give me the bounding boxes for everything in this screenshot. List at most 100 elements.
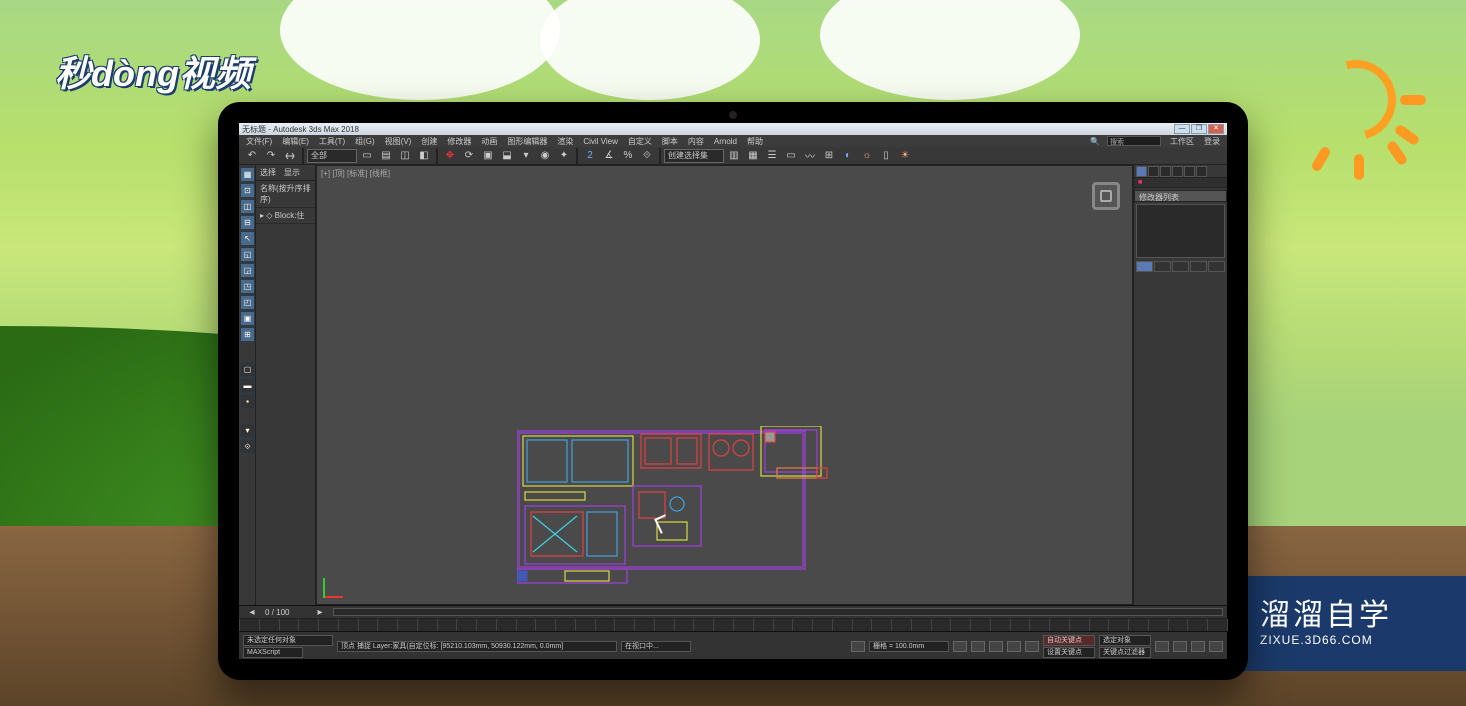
place-button[interactable]: ⬓ xyxy=(498,148,516,164)
snap-button[interactable]: 2 xyxy=(581,148,599,164)
play-start-button[interactable] xyxy=(953,641,967,652)
window-min-button[interactable]: — xyxy=(1174,124,1190,134)
tab-hierarchy[interactable] xyxy=(1160,166,1171,177)
stack-btn-5[interactable] xyxy=(1208,261,1225,272)
menu-script[interactable]: 脚本 xyxy=(659,136,681,147)
select-button[interactable]: ▭ xyxy=(358,148,376,164)
manip-button[interactable]: ✦ xyxy=(555,148,573,164)
filter-dropdown[interactable]: 选定对象 xyxy=(1099,635,1151,646)
pivot-button[interactable]: ◉ xyxy=(536,148,554,164)
autokey-button[interactable]: 自动关键点 xyxy=(1043,635,1095,646)
ltool-15[interactable]: ▾ xyxy=(240,423,255,438)
menu-group[interactable]: 组(G) xyxy=(352,136,378,147)
maxscript-button[interactable]: MAXScript xyxy=(243,647,303,658)
viewport[interactable]: [+] [顶] [标准] [线框] xyxy=(316,165,1133,605)
ltool-13[interactable]: ▬ xyxy=(240,378,255,393)
rotate-button[interactable]: ⟳ xyxy=(460,148,478,164)
menu-help[interactable]: 帮助 xyxy=(744,136,766,147)
menu-custom[interactable]: 自定义 xyxy=(625,136,655,147)
select-name-button[interactable]: ▤ xyxy=(377,148,395,164)
menu-views[interactable]: 视图(V) xyxy=(382,136,415,147)
tab-display[interactable]: 显示 xyxy=(284,167,300,178)
nav-pan-button[interactable] xyxy=(1155,641,1169,652)
redo-button[interactable]: ↷ xyxy=(262,148,280,164)
move-button[interactable]: ✥ xyxy=(441,148,459,164)
tab-motion[interactable] xyxy=(1172,166,1183,177)
link-button[interactable] xyxy=(281,148,299,164)
play-button[interactable] xyxy=(989,641,1003,652)
menu-create[interactable]: 创建 xyxy=(418,136,440,147)
select-region-button[interactable]: ◫ xyxy=(396,148,414,164)
scene-header[interactable]: 名称(按升序排序) xyxy=(256,181,315,208)
ltool-4[interactable]: ⊟ xyxy=(240,215,255,230)
tab-select[interactable]: 选择 xyxy=(260,167,276,178)
setkey-button[interactable]: 设置关键点 xyxy=(1043,647,1095,658)
layers-button[interactable]: ☰ xyxy=(763,148,781,164)
keyfilter-button[interactable]: 关键点过滤器 xyxy=(1099,647,1151,658)
ltool-14[interactable]: ▪ xyxy=(240,394,255,409)
scale-button[interactable]: ▣ xyxy=(479,148,497,164)
menu-animation[interactable]: 动画 xyxy=(478,136,500,147)
percent-snap-button[interactable]: % xyxy=(619,148,637,164)
render-button[interactable]: ☀ xyxy=(896,148,914,164)
stack-btn-1[interactable] xyxy=(1136,261,1153,272)
play-end-button[interactable] xyxy=(1025,641,1039,652)
modifier-list-header[interactable]: 修改器列表 xyxy=(1134,190,1227,202)
window-max-button[interactable]: ❐ xyxy=(1191,124,1207,134)
timeline-ruler[interactable] xyxy=(239,619,1227,632)
workspace-label[interactable]: 工作区 xyxy=(1167,136,1197,147)
modifier-stack[interactable] xyxy=(1136,204,1225,258)
menu-modify[interactable]: 修改器 xyxy=(444,136,474,147)
tab-utilities[interactable] xyxy=(1196,166,1207,177)
ltool-5[interactable]: ↖ xyxy=(240,231,255,246)
align-button[interactable]: ▦ xyxy=(744,148,762,164)
menu-file[interactable]: 文件(F) xyxy=(243,136,275,147)
scene-item[interactable]: ▸ ◇ Block:住 xyxy=(256,208,315,224)
named-selection-dropdown[interactable]: 创建选择集 xyxy=(664,149,724,163)
ltool-11[interactable]: ⊞ xyxy=(240,327,255,342)
search-input[interactable]: 搜索 xyxy=(1107,136,1161,146)
nav-orbit-button[interactable] xyxy=(1191,641,1205,652)
stack-btn-3[interactable] xyxy=(1172,261,1189,272)
render-setup-button[interactable]: ☼ xyxy=(858,148,876,164)
scrub-left[interactable]: ◂ xyxy=(243,604,261,620)
ltool-2[interactable]: ⊡ xyxy=(240,183,255,198)
filter-dropdown[interactable]: 全部 xyxy=(307,149,357,163)
window-crossing-button[interactable]: ◧ xyxy=(415,148,433,164)
tab-create[interactable] xyxy=(1136,166,1147,177)
refcoord-dropdown[interactable]: ▾ xyxy=(517,148,535,164)
ltool-10[interactable]: ▣ xyxy=(240,311,255,326)
ltool-1[interactable]: ▦ xyxy=(240,167,255,182)
viewport-label[interactable]: [+] [顶] [标准] [线框] xyxy=(321,168,390,179)
floorplan-drawing[interactable] xyxy=(517,426,847,606)
viewcube[interactable] xyxy=(1092,182,1120,210)
play-prev-button[interactable] xyxy=(971,641,985,652)
ltool-12[interactable]: ▢ xyxy=(240,362,255,377)
nav-zoom-button[interactable] xyxy=(1173,641,1187,652)
window-titlebar[interactable]: 无标题 - Autodesk 3ds Max 2018 — ❐ ✕ xyxy=(239,123,1227,135)
tab-display[interactable] xyxy=(1184,166,1195,177)
login-link[interactable]: 登录 xyxy=(1201,136,1223,147)
menu-content[interactable]: 内容 xyxy=(685,136,707,147)
curve-editor-button[interactable]: 〰 xyxy=(801,148,819,164)
window-close-button[interactable]: ✕ xyxy=(1208,124,1224,134)
schematic-button[interactable]: ⊞ xyxy=(820,148,838,164)
time-slider[interactable] xyxy=(333,608,1223,616)
ribbon-button[interactable]: ▭ xyxy=(782,148,800,164)
scrub-right[interactable]: ▸ xyxy=(311,604,329,620)
spinner-snap-button[interactable]: ⟐ xyxy=(638,148,656,164)
undo-button[interactable]: ↶ xyxy=(243,148,261,164)
play-next-button[interactable] xyxy=(1007,641,1021,652)
tab-modify[interactable] xyxy=(1148,166,1159,177)
menu-civil[interactable]: Civil View xyxy=(580,137,621,146)
menu-render[interactable]: 渲染 xyxy=(554,136,576,147)
menu-edit[interactable]: 编辑(E) xyxy=(279,136,312,147)
object-name[interactable]: ■ xyxy=(1134,178,1227,188)
menu-tools[interactable]: 工具(T) xyxy=(316,136,348,147)
material-editor-button[interactable]: ◐ xyxy=(839,148,857,164)
lock-selection-button[interactable] xyxy=(851,641,865,652)
angle-snap-button[interactable]: ∡ xyxy=(600,148,618,164)
ltool-6[interactable]: ◱ xyxy=(240,247,255,262)
render-frame-button[interactable]: ▯ xyxy=(877,148,895,164)
ltool-9[interactable]: ◰ xyxy=(240,295,255,310)
